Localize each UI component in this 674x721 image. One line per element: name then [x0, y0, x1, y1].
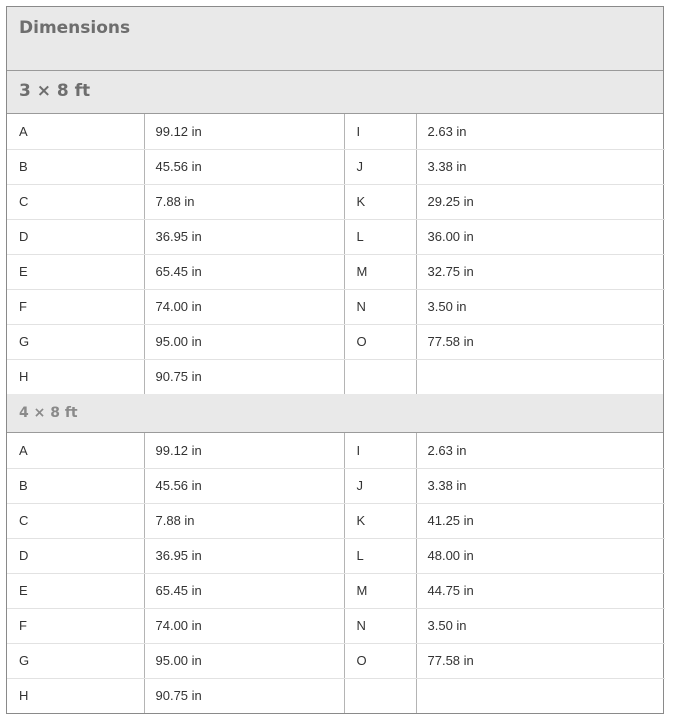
dimension-label: E: [7, 254, 145, 290]
dimension-label: G: [7, 324, 145, 360]
dimension-value: 95.00 in: [144, 643, 345, 679]
dimension-label: L: [344, 219, 417, 255]
table-row: D 36.95 in L 36.00 in: [7, 219, 665, 255]
table-row: A 99.12 in I 2.63 in: [7, 433, 665, 469]
table-row: C 7.88 in K 29.25 in: [7, 184, 665, 220]
dimension-label: [344, 359, 417, 394]
section-heading: 3 × 8 ft: [19, 81, 91, 101]
dimension-value: 36.95 in: [144, 219, 345, 255]
dimension-label: J: [344, 149, 417, 185]
dimensions-table-3x8: A 99.12 in I 2.63 in B 45.56 in J 3.38 in C 7.88 …: [7, 114, 665, 394]
title-bar: Dimensions: [7, 7, 663, 71]
page-title: Dimensions: [19, 18, 131, 38]
dimension-value: 2.63 in: [416, 114, 665, 150]
table-row: F 74.00 in N 3.50 in: [7, 289, 665, 325]
dimension-label: O: [344, 643, 417, 679]
dimension-value: 77.58 in: [416, 643, 665, 679]
dimension-label: D: [7, 538, 145, 574]
dimension-label: N: [344, 289, 417, 325]
dimension-value: 65.45 in: [144, 254, 345, 290]
dimensions-panel: Dimensions 3 × 8 ft A 99.12 in I 2.63 in B 45…: [6, 6, 665, 714]
dimension-label: K: [344, 184, 417, 220]
dimension-value: 29.25 in: [416, 184, 665, 220]
dimension-label: M: [344, 254, 417, 290]
dimension-value: 77.58 in: [416, 324, 665, 360]
dimension-value: 99.12 in: [144, 114, 345, 150]
dimension-label: H: [7, 359, 145, 394]
dimension-value: 3.38 in: [416, 149, 665, 185]
dimension-label: [344, 678, 417, 713]
dimension-value: [416, 678, 665, 713]
dimension-value: [416, 359, 665, 394]
table-row: C 7.88 in K 41.25 in: [7, 503, 665, 539]
dimension-label: K: [344, 503, 417, 539]
dimension-value: 44.75 in: [416, 573, 665, 609]
dimension-value: 3.50 in: [416, 608, 665, 644]
section-heading: 4 × 8 ft: [19, 405, 78, 421]
dimension-value: 41.25 in: [416, 503, 665, 539]
dimension-value: 7.88 in: [144, 184, 345, 220]
dimension-label: F: [7, 608, 145, 644]
dimension-label: B: [7, 468, 145, 504]
table-row: G 95.00 in O 77.58 in: [7, 324, 665, 360]
dimension-value: 48.00 in: [416, 538, 665, 574]
dimension-value: 2.63 in: [416, 433, 665, 469]
dimensions-table-4x8: A 99.12 in I 2.63 in B 45.56 in J 3.38 in C 7.88 …: [7, 433, 665, 713]
dimension-label: A: [7, 433, 145, 469]
dimension-label: I: [344, 433, 417, 469]
table-row: H 90.75 in: [7, 678, 665, 713]
dimension-value: 99.12 in: [144, 433, 345, 469]
dimension-label: M: [344, 573, 417, 609]
dimension-label: O: [344, 324, 417, 360]
dimension-label: E: [7, 573, 145, 609]
dimension-value: 74.00 in: [144, 289, 345, 325]
table-row: E 65.45 in M 44.75 in: [7, 573, 665, 609]
dimension-value: 90.75 in: [144, 678, 345, 713]
dimension-value: 7.88 in: [144, 503, 345, 539]
table-row: D 36.95 in L 48.00 in: [7, 538, 665, 574]
table-row: B 45.56 in J 3.38 in: [7, 468, 665, 504]
dimension-value: 36.95 in: [144, 538, 345, 574]
table-row: E 65.45 in M 32.75 in: [7, 254, 665, 290]
dimension-value: 95.00 in: [144, 324, 345, 360]
dimension-label: B: [7, 149, 145, 185]
dimension-label: A: [7, 114, 145, 150]
dimension-label: G: [7, 643, 145, 679]
dimension-label: L: [344, 538, 417, 574]
dimension-value: 90.75 in: [144, 359, 345, 394]
dimension-label: F: [7, 289, 145, 325]
section-header-4x8: 4 × 8 ft: [7, 394, 663, 433]
dimension-value: 3.50 in: [416, 289, 665, 325]
dimension-label: C: [7, 503, 145, 539]
dimension-label: C: [7, 184, 145, 220]
dimension-value: 36.00 in: [416, 219, 665, 255]
dimension-label: J: [344, 468, 417, 504]
dimension-label: D: [7, 219, 145, 255]
section-header-3x8: 3 × 8 ft: [7, 71, 663, 114]
table-row: G 95.00 in O 77.58 in: [7, 643, 665, 679]
table-row: B 45.56 in J 3.38 in: [7, 149, 665, 185]
dimension-value: 65.45 in: [144, 573, 345, 609]
dimension-value: 45.56 in: [144, 149, 345, 185]
table-row: H 90.75 in: [7, 359, 665, 394]
dimension-value: 32.75 in: [416, 254, 665, 290]
dimension-value: 45.56 in: [144, 468, 345, 504]
dimension-label: N: [344, 608, 417, 644]
table-row: A 99.12 in I 2.63 in: [7, 114, 665, 150]
dimension-label: H: [7, 678, 145, 713]
dimension-value: 3.38 in: [416, 468, 665, 504]
dimension-label: I: [344, 114, 417, 150]
table-row: F 74.00 in N 3.50 in: [7, 608, 665, 644]
dimension-value: 74.00 in: [144, 608, 345, 644]
